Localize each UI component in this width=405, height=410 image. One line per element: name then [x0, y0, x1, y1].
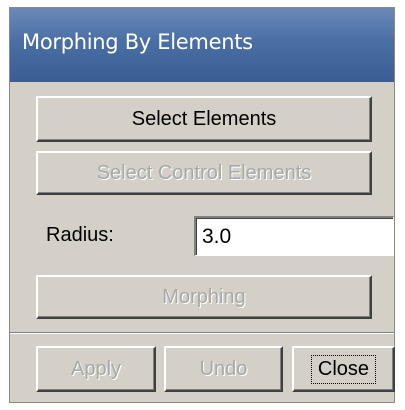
select-elements-label: Select Elements [131, 107, 277, 130]
morphing-button[interactable]: Morphing [36, 275, 372, 319]
select-control-elements-button[interactable]: Select Control Elements [36, 151, 372, 195]
footer-separator [10, 332, 394, 334]
apply-button[interactable]: Apply [36, 346, 156, 392]
undo-button[interactable]: Undo [164, 346, 283, 392]
morphing-dialog: Morphing By Elements Select Elements Sel… [9, 7, 395, 403]
dialog-title: Morphing By Elements [22, 30, 253, 54]
radius-label: Radius: [46, 224, 114, 246]
title-bar[interactable]: Morphing By Elements [10, 8, 394, 82]
select-elements-button[interactable]: Select Elements [36, 96, 372, 142]
radius-input[interactable] [194, 216, 394, 256]
apply-label: Apply [70, 357, 122, 380]
select-control-elements-label: Select Control Elements [96, 161, 312, 184]
close-label: Close [310, 354, 377, 384]
morphing-label: Morphing [162, 285, 246, 308]
close-button[interactable]: Close [292, 346, 395, 392]
undo-label: Undo [199, 357, 248, 380]
